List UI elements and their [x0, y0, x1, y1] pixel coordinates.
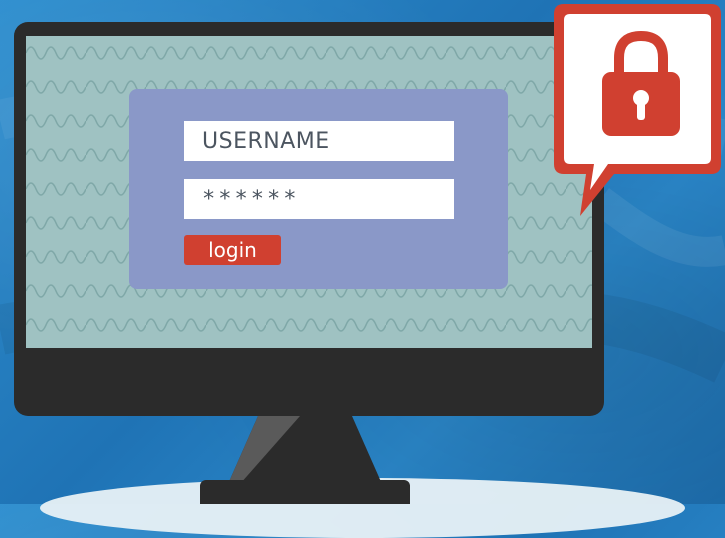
password-field[interactable]: ****** — [184, 179, 454, 219]
monitor: USERNAME ****** login — [14, 22, 604, 416]
monitor-stand-base — [200, 480, 410, 504]
username-field[interactable]: USERNAME — [184, 121, 454, 161]
login-button-label: login — [208, 238, 257, 262]
password-value: ****** — [202, 186, 300, 212]
lock-speech-bubble — [550, 0, 725, 229]
login-button[interactable]: login — [184, 235, 281, 265]
monitor-screen: USERNAME ****** login — [26, 36, 592, 348]
username-placeholder: USERNAME — [202, 128, 330, 154]
login-panel: USERNAME ****** login — [129, 89, 508, 289]
